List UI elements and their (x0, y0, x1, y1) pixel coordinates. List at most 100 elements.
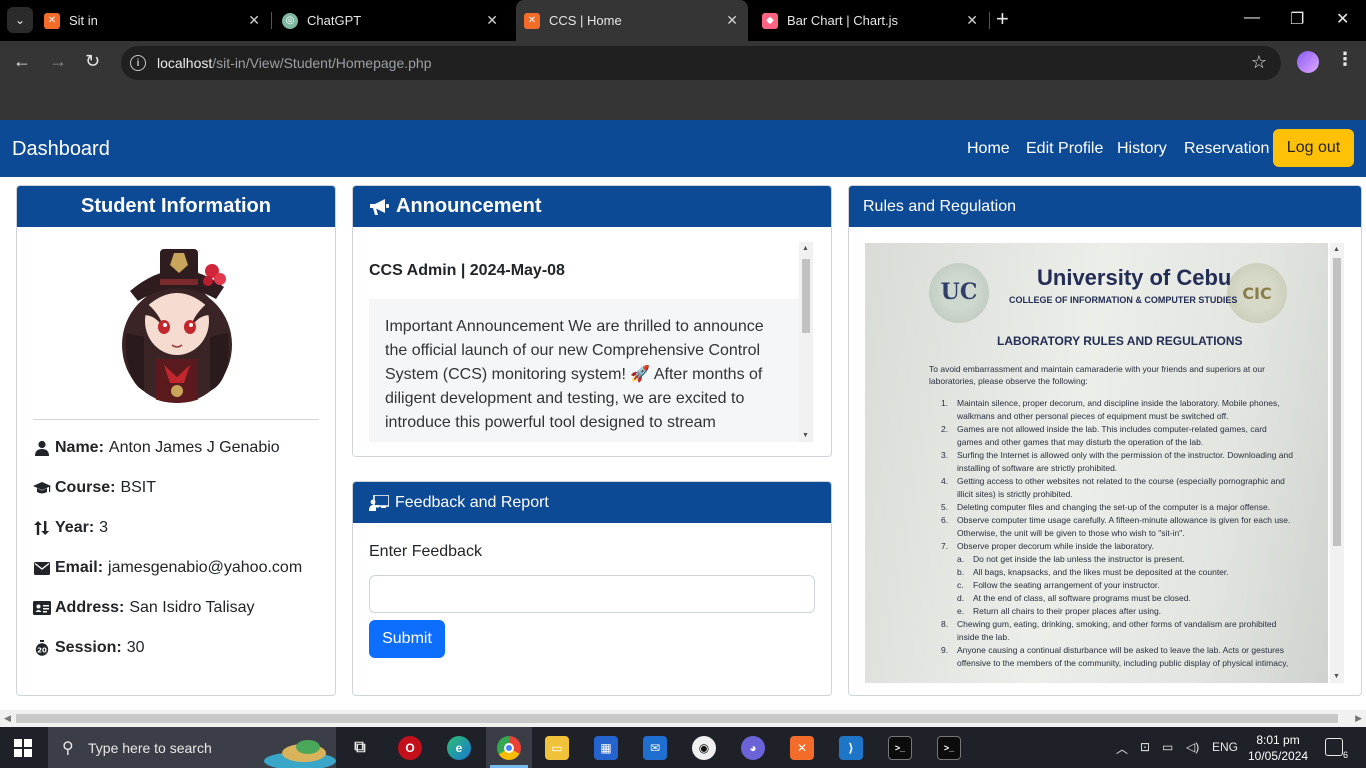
rules-image: UC CIC University of Cebu COLLEGE OF INF… (865, 243, 1328, 683)
device-icon[interactable]: ⊡ (1140, 740, 1150, 754)
email-value: jamesgenabio@yahoo.com (108, 559, 303, 576)
back-arrow-icon[interactable]: ← (13, 51, 31, 72)
bookmarks-bar (0, 86, 1366, 120)
close-window-icon[interactable]: ✕ (1336, 9, 1349, 29)
page-horizontal-scrollbar[interactable]: ◀ ▶ (0, 710, 1366, 727)
opera-icon[interactable]: O (398, 736, 422, 760)
navbar-brand[interactable]: Dashboard (12, 138, 110, 161)
scroll-up-arrow-icon[interactable]: ▲ (802, 245, 809, 252)
bookmark-star-icon[interactable]: ☆ (1251, 52, 1267, 73)
chartjs-icon: ◆ (762, 12, 778, 29)
microsoft-store-icon[interactable]: ▦ (594, 736, 618, 760)
discord-icon[interactable]: ◕ (741, 736, 765, 760)
student-address-row: Address: San Isidro Talisay (33, 599, 254, 617)
vscode-icon[interactable]: ⟩ (839, 736, 863, 760)
url-text[interactable]: localhost/sit-in/View/Student/Homepage.p… (157, 55, 431, 71)
search-icon: ⚲ (62, 740, 74, 757)
svg-text:CIC: CIC (1242, 284, 1271, 303)
scrollbar-thumb[interactable] (1333, 258, 1341, 546)
scroll-down-arrow-icon[interactable]: ▼ (1333, 673, 1340, 680)
tab-bar-chart[interactable]: ◆ Bar Chart | Chart.js ✕ (762, 0, 988, 41)
announcement-body: Important Announcement We are thrilled t… (369, 299, 799, 442)
taskbar-search-box[interactable]: ⚲ Type here to search (48, 727, 336, 768)
rule-item: 6. Observe computer time usage carefully.… (941, 515, 1291, 538)
file-explorer-icon[interactable]: ▭ (545, 736, 569, 760)
course-label: Course: (55, 479, 116, 496)
cics-logo-icon: CIC (1227, 263, 1287, 323)
notification-center-icon[interactable]: 6 (1325, 738, 1348, 760)
profile-avatar-icon[interactable] (1297, 51, 1319, 73)
minimize-icon[interactable]: — (1244, 9, 1260, 27)
tab-chatgpt[interactable]: ◎ ChatGPT ✕ (282, 0, 508, 41)
tab-ccs-home[interactable]: ✕ CCS | Home ✕ (516, 0, 748, 41)
xampp-icon[interactable]: ✕ (790, 736, 814, 760)
scrollbar-thumb[interactable] (802, 259, 810, 333)
address-card-icon (33, 600, 51, 616)
nav-link-home[interactable]: Home (967, 140, 1010, 158)
rules-scrollbar[interactable]: ▲ ▼ (1330, 243, 1344, 683)
tab-title: Bar Chart | Chart.js (787, 13, 899, 28)
network-icon[interactable]: ▭ (1162, 740, 1173, 754)
edge-icon[interactable]: e (447, 736, 471, 760)
student-avatar (104, 241, 250, 403)
nav-link-history[interactable]: History (1117, 140, 1167, 158)
feedback-card: Feedback and Report Enter Feedback Submi… (352, 481, 832, 696)
task-view-icon[interactable]: ⧉ (348, 736, 372, 760)
user-icon (33, 440, 51, 456)
feedback-title: Feedback and Report (395, 493, 549, 511)
announcement-author-date: CCS Admin | 2024-May-08 (369, 262, 565, 279)
taskbar-clock[interactable]: 8:01 pm 10/05/2024 (1248, 732, 1308, 764)
feedback-input[interactable] (369, 575, 815, 613)
search-highlight-art (264, 740, 336, 768)
rule-subitem: c. Follow the seating arrangement of your… (957, 580, 1160, 590)
rule-item: 4. Getting access to other websites not r… (941, 476, 1285, 499)
logout-button[interactable]: Log out (1273, 129, 1354, 167)
reload-icon[interactable]: ↻ (85, 51, 100, 72)
address-bar[interactable]: i localhost/sit-in/View/Student/Homepage… (121, 46, 1281, 80)
tab-search-menu-button[interactable]: ⌄ (7, 7, 33, 33)
windows-start-icon[interactable] (14, 739, 32, 757)
browser-tab-strip: ⌄ ✕ Sit in ✕ ◎ ChatGPT ✕ ✕ CCS | Home ✕ … (0, 0, 1366, 41)
rules-title: Rules and Regulation (849, 186, 1361, 227)
scroll-right-arrow-icon[interactable]: ▶ (1355, 713, 1362, 724)
announcement-scroll-area[interactable]: CCS Admin | 2024-May-08 Important Announ… (369, 242, 815, 442)
scrollbar-thumb[interactable] (16, 714, 1338, 723)
scroll-left-arrow-icon[interactable]: ◀ (4, 713, 11, 724)
forward-arrow-icon[interactable]: → (49, 51, 67, 72)
sort-arrows-icon (33, 520, 51, 536)
browser-menu-icon[interactable]: ⋮ (1336, 49, 1354, 70)
chrome-icon[interactable] (497, 736, 521, 760)
new-tab-button[interactable]: + (996, 8, 1009, 30)
rule-subitem: d. At the end of class, all software prog… (957, 593, 1191, 603)
scroll-up-arrow-icon[interactable]: ▲ (1333, 246, 1340, 253)
nav-link-reservation[interactable]: Reservation (1184, 140, 1269, 158)
close-tab-icon[interactable]: ✕ (726, 12, 738, 29)
language-indicator[interactable]: ENG (1212, 740, 1238, 754)
tab-sit-in[interactable]: ✕ Sit in ✕ (44, 0, 270, 41)
show-hidden-icons-chevron[interactable]: ︿ (1116, 740, 1128, 757)
terminal-icon[interactable]: >_ (888, 736, 912, 760)
mail-icon[interactable]: ✉ (643, 736, 667, 760)
student-info-card: Student Information Name: Anton James J … (16, 185, 336, 696)
year-value: 3 (99, 519, 109, 536)
announcement-header: Announcement (353, 186, 831, 227)
restore-icon[interactable]: ❐ (1290, 9, 1304, 29)
volume-icon[interactable]: ◁) (1186, 740, 1199, 754)
terminal-icon[interactable]: >_ (937, 736, 961, 760)
rules-intro: To avoid embarrassment and maintain cama… (929, 364, 1265, 386)
github-icon[interactable]: ◉ (692, 736, 716, 760)
uc-logo-icon: UC (929, 263, 989, 323)
xampp-icon: ✕ (44, 12, 60, 29)
announcement-scrollbar[interactable]: ▲ ▼ (799, 242, 813, 442)
close-tab-icon[interactable]: ✕ (248, 12, 260, 29)
submit-button[interactable]: Submit (369, 620, 445, 658)
site-info-icon[interactable]: i (130, 55, 146, 71)
nav-link-edit-profile[interactable]: Edit Profile (1026, 140, 1103, 158)
envelope-icon (33, 560, 51, 576)
student-session-row: 20 Session: 30 (33, 639, 144, 657)
rule-item: 8. Chewing gum, eating, drinking, smoking… (941, 619, 1277, 642)
close-tab-icon[interactable]: ✕ (486, 12, 498, 29)
rules-list: 1. Maintain silence, proper decorum, and … (941, 397, 1293, 670)
close-tab-icon[interactable]: ✕ (966, 12, 978, 29)
scroll-down-arrow-icon[interactable]: ▼ (802, 432, 809, 439)
